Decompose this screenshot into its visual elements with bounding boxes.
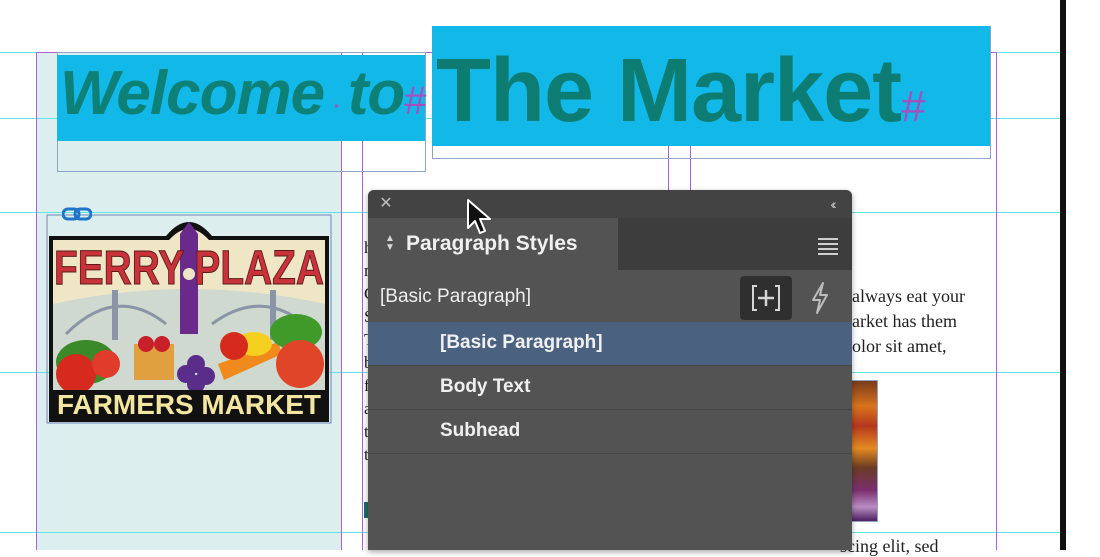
headline-word-to: to bbox=[347, 59, 406, 128]
style-item-label: Body Text bbox=[440, 376, 531, 397]
style-item-basic-paragraph[interactable]: [Basic Paragraph] bbox=[368, 322, 852, 366]
panel-tab-strip: ▲ ▼ Paragraph Styles bbox=[368, 218, 852, 270]
headline-welcome[interactable]: Welcome · to# bbox=[60, 58, 427, 129]
guide-vertical bbox=[996, 52, 997, 550]
logo-top-text: FERRY PLAZA bbox=[54, 242, 324, 295]
create-new-style-button[interactable] bbox=[740, 276, 792, 320]
logo-bottom-text: FARMERS MARKET bbox=[57, 389, 321, 420]
headline-word-welcome: Welcome bbox=[60, 59, 325, 128]
mouse-cursor-icon bbox=[467, 199, 491, 234]
ferry-plaza-logo[interactable]: FERRY PLAZA FARMERS MARKET bbox=[46, 214, 332, 424]
produce-photo[interactable] bbox=[850, 380, 878, 522]
lightning-icon bbox=[812, 282, 828, 314]
panel-menu-icon[interactable] bbox=[818, 238, 838, 255]
tab-paragraph-styles[interactable]: ▲ ▼ Paragraph Styles bbox=[368, 218, 618, 270]
close-icon[interactable]: ✕ bbox=[378, 195, 394, 213]
collapse-panel-icon[interactable]: ‹‹ bbox=[824, 195, 840, 213]
current-style-row: [Basic Paragraph] bbox=[368, 270, 852, 322]
paragraph-end-marker: # bbox=[901, 82, 926, 131]
create-new-style-icon bbox=[752, 285, 780, 311]
style-list: [Basic Paragraph] Body Text Subhead bbox=[368, 322, 852, 454]
link-icon[interactable] bbox=[62, 206, 92, 222]
right-text-line: olor sit amet, bbox=[852, 336, 947, 356]
paragraph-end-marker: # bbox=[404, 79, 426, 123]
headline-big-text: The Market bbox=[436, 41, 902, 141]
paragraph-styles-panel[interactable]: ✕ ‹‹ ▲ ▼ Paragraph Styles [Basic Paragrap… bbox=[368, 190, 852, 550]
headline-the-market[interactable]: The Market# bbox=[436, 36, 926, 162]
expand-collapse-arrows-icon[interactable]: ▲ ▼ bbox=[384, 234, 396, 254]
bottom-right-text: scing elit, sed bbox=[840, 536, 939, 556]
style-item-body-text[interactable]: Body Text bbox=[368, 366, 852, 410]
current-style-label: [Basic Paragraph] bbox=[380, 286, 532, 307]
right-text-line: arket has them bbox=[852, 311, 957, 331]
right-text-line: always eat your bbox=[852, 286, 965, 306]
space-marker: · bbox=[324, 88, 348, 121]
quick-apply-button[interactable] bbox=[806, 280, 834, 316]
panel-title-bar[interactable]: ✕ ‹‹ bbox=[368, 190, 852, 218]
style-item-label: [Basic Paragraph] bbox=[440, 332, 603, 353]
style-item-subhead[interactable]: Subhead bbox=[368, 410, 852, 454]
style-item-label: Subhead bbox=[440, 420, 521, 441]
pasteboard-right bbox=[1066, 0, 1100, 550]
guide-vertical bbox=[36, 52, 37, 550]
